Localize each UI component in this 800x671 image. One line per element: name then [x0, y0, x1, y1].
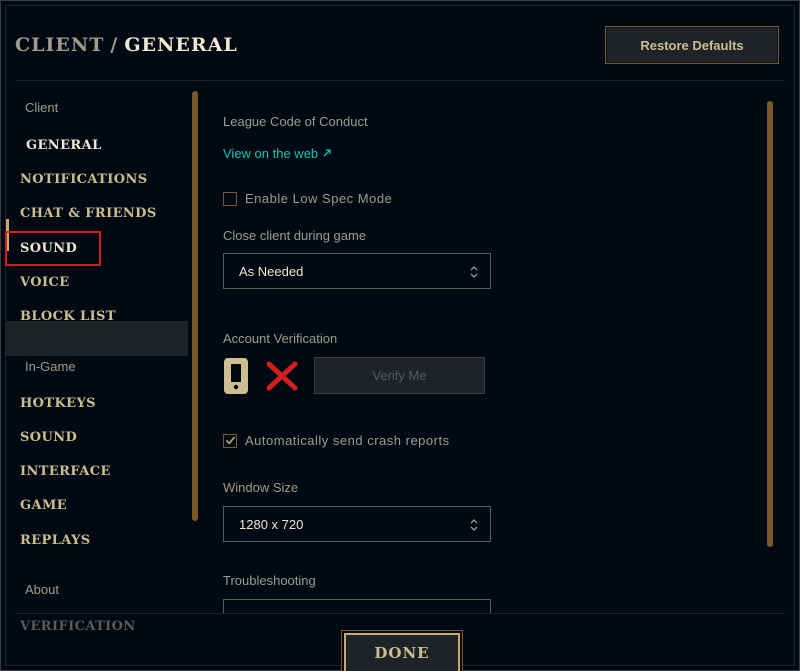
close-client-value: As Needed: [239, 263, 304, 279]
chevron-updown-icon: [470, 519, 478, 531]
sidebar-item-block-list[interactable]: BLOCK LIST: [20, 309, 116, 324]
window-size-label: Window Size: [223, 480, 299, 495]
sidebar-item-replays[interactable]: REPLAYS: [20, 533, 91, 548]
sidebar-item-chat-friends[interactable]: CHAT & FRIENDS: [20, 206, 157, 221]
window-size-value: 1280 x 720: [239, 516, 304, 532]
page-title: CLIENT / GENERAL: [15, 34, 238, 56]
title-section: CLIENT: [15, 34, 105, 56]
done-button[interactable]: DONE: [344, 633, 460, 671]
sidebar-scrollbar[interactable]: [192, 91, 198, 521]
sidebar-item-voice[interactable]: VOICE: [20, 275, 70, 290]
title-page: GENERAL: [124, 34, 238, 56]
verify-me-button[interactable]: Verify Me: [314, 357, 485, 394]
sidebar-item-ingame-sound[interactable]: SOUND: [20, 430, 77, 445]
sidebar-item-interface[interactable]: INTERFACE: [20, 464, 111, 479]
troubleshooting-field[interactable]: [223, 599, 491, 613]
main-scrollbar[interactable]: [767, 101, 773, 547]
close-client-select[interactable]: As Needed: [223, 253, 491, 289]
window-size-select[interactable]: 1280 x 720: [223, 506, 491, 542]
sidebar-item-notifications[interactable]: NOTIFICATIONS: [20, 172, 148, 187]
low-spec-checkbox[interactable]: [223, 191, 237, 206]
chevron-updown-icon: [470, 266, 478, 278]
low-spec-row[interactable]: Enable Low Spec Mode: [223, 191, 392, 206]
phone-icon: [224, 358, 248, 394]
header-divider: [15, 80, 785, 81]
crash-reports-label: Automatically send crash reports: [245, 433, 450, 448]
conduct-label: League Code of Conduct: [223, 114, 368, 129]
checkmark-icon: [225, 436, 235, 445]
sidebar-group-client: Client: [25, 100, 59, 115]
x-icon: [266, 361, 298, 391]
crash-reports-row[interactable]: Automatically send crash reports: [223, 433, 450, 448]
close-client-label: Close client during game: [223, 228, 367, 243]
crash-reports-checkbox[interactable]: [223, 433, 237, 448]
title-separator: /: [110, 34, 119, 56]
external-link-icon: [322, 146, 332, 161]
footer-divider: [15, 613, 785, 614]
conduct-link[interactable]: View on the web: [223, 146, 332, 161]
sound-highlight-box: [5, 231, 101, 266]
sidebar-item-game[interactable]: GAME: [20, 498, 67, 513]
sidebar-item-general[interactable]: GENERAL: [26, 138, 102, 153]
conduct-link-text[interactable]: View on the web: [223, 146, 318, 161]
low-spec-label: Enable Low Spec Mode: [245, 191, 393, 206]
restore-defaults-button[interactable]: Restore Defaults: [605, 26, 779, 64]
sidebar-group-ingame: In-Game: [25, 359, 76, 374]
account-verification-label: Account Verification: [223, 331, 338, 346]
settings-window: CLIENT / GENERAL Restore Defaults Client G…: [0, 0, 800, 671]
sidebar-hover-row: [6, 321, 188, 356]
sidebar-item-verification[interactable]: VERIFICATION: [20, 619, 136, 634]
sidebar-item-hotkeys[interactable]: HOTKEYS: [20, 396, 96, 411]
settings-sidebar: Client GENERAL NOTIFICATIONS CHAT & FRIE…: [6, 91, 189, 651]
troubleshooting-label: Troubleshooting: [223, 573, 316, 588]
sidebar-group-about: About: [25, 582, 59, 597]
